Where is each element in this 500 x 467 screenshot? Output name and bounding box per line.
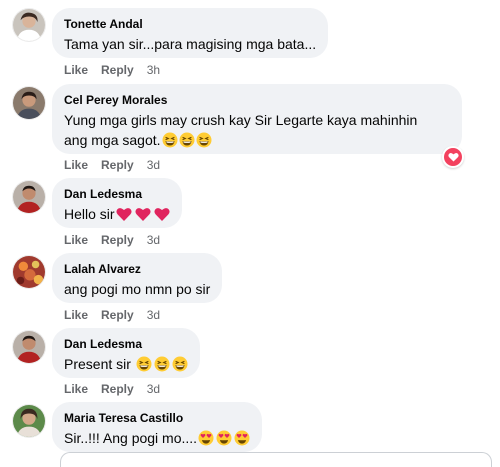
comment-bubble: Dan Ledesma Hello sir: [52, 178, 182, 228]
comment-text-content: Hello sir: [64, 206, 115, 222]
avatar[interactable]: [12, 404, 46, 438]
comment-text: Present sir: [64, 354, 188, 374]
comment-text: Yung mga girls may crush kay Sir Legarte…: [64, 110, 450, 130]
comment-bubble: Cel Perey Morales Yung mga girls may cru…: [52, 84, 462, 154]
comment-actions: Like Reply 3d: [64, 157, 160, 173]
avatar[interactable]: [12, 330, 46, 364]
comment-timestamp[interactable]: 3d: [147, 381, 160, 397]
reply-link[interactable]: Reply: [101, 232, 134, 248]
comment-author[interactable]: Dan Ledesma: [64, 186, 170, 202]
comment-text: Tama yan sir...para magising mga bata...: [64, 36, 317, 52]
comment-timestamp[interactable]: 3d: [147, 232, 160, 248]
grinning-squint-face-icon: [162, 132, 178, 148]
comment-author[interactable]: Cel Perey Morales: [64, 92, 450, 108]
heart-eyes-face-icon: [216, 430, 232, 446]
red-heart-icon: [116, 208, 132, 221]
red-heart-icon: [135, 208, 151, 221]
comment-author[interactable]: Lalah Alvarez: [64, 261, 210, 277]
comment-timestamp[interactable]: 3h: [147, 62, 160, 78]
like-link[interactable]: Like: [64, 157, 88, 173]
reply-link[interactable]: Reply: [101, 157, 134, 173]
grinning-squint-face-icon: [154, 356, 170, 372]
comment-author[interactable]: Tonette Andal: [64, 16, 316, 32]
reply-link[interactable]: Reply: [101, 62, 134, 78]
comment-timestamp[interactable]: 3d: [147, 307, 160, 323]
comment-text-line2: ang mga sagot.: [64, 132, 161, 148]
avatar[interactable]: [12, 180, 46, 214]
reply-link[interactable]: Reply: [101, 307, 134, 323]
comment-text-line1: Yung mga girls may crush kay Sir Legarte…: [64, 112, 418, 128]
comment-text: Sir..!!! Ang pogi mo....: [64, 428, 250, 448]
comment-author[interactable]: Maria Teresa Castillo: [64, 410, 250, 426]
comment-text: ang pogi mo nmn po sir: [64, 281, 211, 297]
like-link[interactable]: Like: [64, 232, 88, 248]
comment-actions: Like Reply 3d: [64, 232, 160, 248]
comment-bubble: Tonette Andal Tama yan sir...para magisi…: [52, 8, 329, 58]
like-link[interactable]: Like: [64, 381, 88, 397]
comment-text: ang mga sagot.: [64, 130, 450, 150]
comment-text-content: Sir..!!! Ang pogi mo....: [64, 430, 198, 446]
comment-bubble: Lalah Alvarez ang pogi mo nmn po sir: [52, 253, 223, 303]
comment-actions: Like Reply 3d: [64, 307, 160, 323]
reply-link[interactable]: Reply: [101, 381, 134, 397]
heart-eyes-face-icon: [234, 430, 250, 446]
like-link[interactable]: Like: [64, 307, 88, 323]
grinning-squint-face-icon: [196, 132, 212, 148]
comment-bubble: Maria Teresa Castillo Sir..!!! Ang pogi …: [52, 402, 263, 452]
avatar[interactable]: [12, 8, 46, 42]
comment-timestamp[interactable]: 3d: [147, 157, 160, 173]
comment-actions: Like Reply 3h: [64, 62, 160, 78]
comment-text: Hello sir: [64, 204, 170, 224]
avatar[interactable]: [12, 255, 46, 289]
like-link[interactable]: Like: [64, 62, 88, 78]
grinning-squint-face-icon: [179, 132, 195, 148]
love-reaction-badge[interactable]: [442, 146, 464, 168]
comment-text-content: Present sir: [64, 356, 131, 372]
heart-icon: [447, 153, 459, 162]
comment-bubble: Dan Ledesma Present sir: [52, 328, 200, 378]
comment-actions: Like Reply 3d: [64, 381, 160, 397]
comment-author[interactable]: Dan Ledesma: [64, 336, 188, 352]
avatar[interactable]: [12, 86, 46, 120]
grinning-squint-face-icon: [136, 356, 152, 372]
grinning-squint-face-icon: [172, 356, 188, 372]
heart-eyes-face-icon: [198, 430, 214, 446]
red-heart-icon: [154, 208, 170, 221]
